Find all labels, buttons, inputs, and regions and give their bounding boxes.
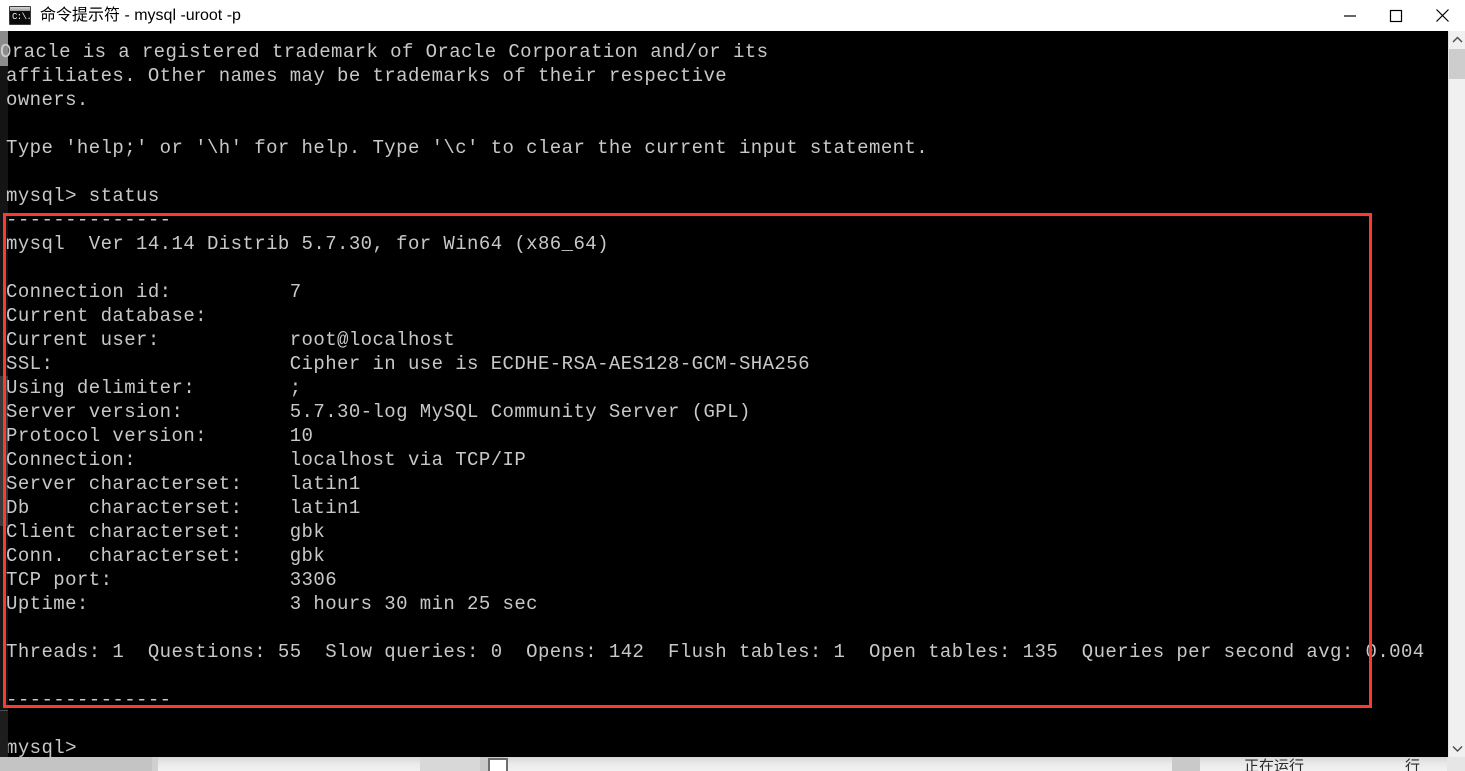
cmd-icon: C:\. xyxy=(9,6,31,25)
terminal-output-area[interactable]: Oracle is a registered trademark of Orac… xyxy=(0,31,1448,757)
window-titlebar[interactable]: C:\. 命令提示符 - mysql -uroot -p xyxy=(0,0,1465,32)
taskbar-segment xyxy=(420,757,480,771)
scroll-down-button[interactable] xyxy=(1449,740,1465,757)
taskbar-segment xyxy=(1172,757,1200,771)
desktop-root: C:\. 命令提示符 - mysql -uroot -p Oracle is a… xyxy=(0,0,1465,771)
close-icon xyxy=(1435,9,1449,22)
taskbar-app-icon[interactable] xyxy=(488,758,508,771)
window-title: 命令提示符 - mysql -uroot -p xyxy=(40,7,241,24)
maximize-icon xyxy=(1389,9,1403,22)
scrollbar-thumb[interactable] xyxy=(1449,49,1465,79)
window-controls xyxy=(1327,0,1465,31)
minimize-icon xyxy=(1344,14,1356,17)
minimize-button[interactable] xyxy=(1327,0,1373,31)
maximize-button[interactable] xyxy=(1373,0,1419,31)
taskbar-tray[interactable] xyxy=(1447,757,1465,771)
taskbar-segment xyxy=(152,757,158,771)
terminal-text: Oracle is a registered trademark of Orac… xyxy=(0,41,1425,757)
vertical-scrollbar[interactable] xyxy=(1448,31,1465,757)
scroll-up-button[interactable] xyxy=(1449,31,1465,48)
close-button[interactable] xyxy=(1419,0,1465,31)
taskbar-label-secondary: 行 xyxy=(1405,758,1421,771)
cmd-icon-label: C:\. xyxy=(12,12,31,22)
taskbar-segment xyxy=(0,757,152,771)
chevron-down-icon xyxy=(1452,746,1463,752)
taskbar-label: 正在运行 xyxy=(1244,758,1305,771)
taskbar[interactable]: 正在运行 行 xyxy=(0,757,1465,771)
chevron-up-icon xyxy=(1452,36,1463,43)
